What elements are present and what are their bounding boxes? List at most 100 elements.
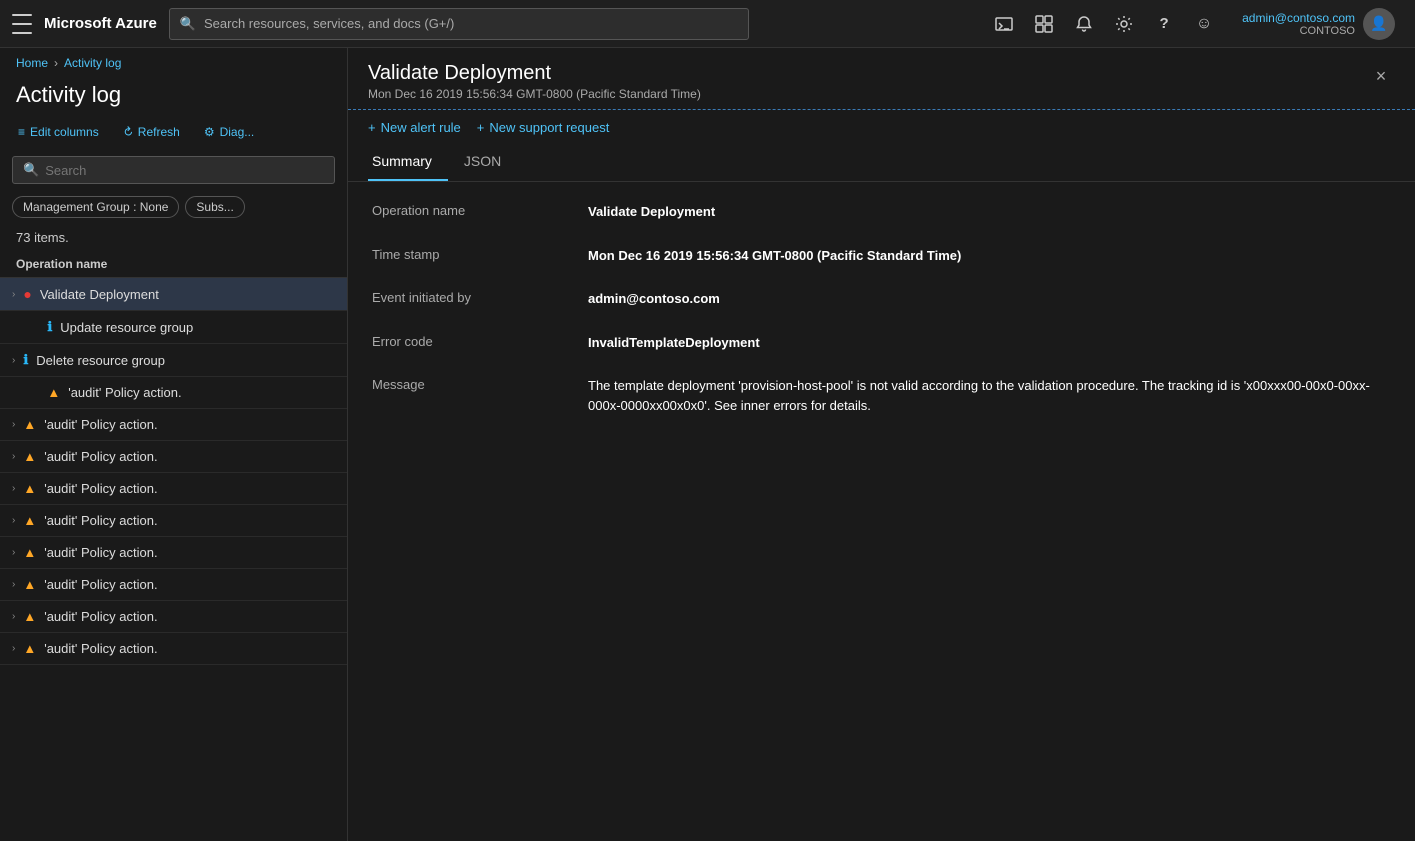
notifications-icon[interactable] xyxy=(1066,6,1102,42)
settings-icon[interactable] xyxy=(1106,6,1142,42)
global-search[interactable]: 🔍 Search resources, services, and docs (… xyxy=(169,8,749,40)
items-count: 73 items. xyxy=(0,226,347,251)
list-item[interactable]: ›▲'audit' Policy action. xyxy=(0,377,347,409)
activity-log-list: ›●Validate Deployment›ℹUpdate resource g… xyxy=(0,278,347,841)
right-panel: Validate Deployment Mon Dec 16 2019 15:5… xyxy=(348,48,1415,841)
edit-columns-icon: ≡ xyxy=(18,125,25,139)
new-support-request-plus-icon: + xyxy=(477,120,485,135)
detail-value: The template deployment 'provision-host-… xyxy=(588,376,1391,415)
panel-subtitle: Mon Dec 16 2019 15:56:34 GMT-0800 (Pacif… xyxy=(368,87,701,101)
list-item-label: 'audit' Policy action. xyxy=(44,545,335,560)
detail-row: Event initiated byadmin@contoso.com xyxy=(372,289,1391,309)
refresh-icon: ↻ xyxy=(119,123,136,140)
user-info: admin@contoso.com CONTOSO xyxy=(1242,11,1355,37)
chevron-right-icon: › xyxy=(12,547,15,558)
breadcrumb-home[interactable]: Home xyxy=(16,56,48,70)
detail-value: InvalidTemplateDeployment xyxy=(588,333,1391,353)
portal-icon[interactable] xyxy=(1026,6,1062,42)
tab-summary[interactable]: Summary xyxy=(368,145,448,181)
chevron-right-icon: › xyxy=(12,515,15,526)
user-menu[interactable]: admin@contoso.com CONTOSO 👤 xyxy=(1234,4,1403,44)
search-placeholder-text: Search resources, services, and docs (G+… xyxy=(204,16,454,31)
sidebar-search-container[interactable]: 🔍 xyxy=(12,156,335,184)
list-item-label: 'audit' Policy action. xyxy=(44,417,335,432)
search-icon: 🔍 xyxy=(180,16,196,32)
list-item[interactable]: ›ℹDelete resource group xyxy=(0,344,347,377)
list-item-label: 'audit' Policy action. xyxy=(68,385,335,400)
chevron-right-icon: › xyxy=(12,579,15,590)
main-layout: Home › Activity log Activity log ≡ Edit … xyxy=(0,48,1415,841)
warning-icon: ▲ xyxy=(47,385,60,400)
warning-icon: ▲ xyxy=(23,641,36,656)
list-item-label: Validate Deployment xyxy=(40,287,335,302)
new-support-request-button[interactable]: + New support request xyxy=(477,120,610,135)
breadcrumb-separator: › xyxy=(54,56,58,70)
warning-icon: ▲ xyxy=(23,513,36,528)
sidebar-toolbar: ≡ Edit columns ↻ Refresh ⚙ Diag... xyxy=(0,120,347,152)
breadcrumb-current: Activity log xyxy=(64,56,121,70)
cloud-shell-icon[interactable] xyxy=(986,6,1022,42)
panel-title: Validate Deployment xyxy=(368,62,701,85)
topbar-icons: ? ☺ xyxy=(986,6,1222,42)
new-alert-rule-button[interactable]: + New alert rule xyxy=(368,120,461,135)
edit-columns-label: Edit columns xyxy=(30,125,99,139)
list-item[interactable]: ›▲'audit' Policy action. xyxy=(0,569,347,601)
list-item[interactable]: › ▲ 'audit' Policy action. xyxy=(0,409,347,441)
chevron-right-icon: › xyxy=(12,419,15,430)
sidebar: Home › Activity log Activity log ≡ Edit … xyxy=(0,48,348,841)
panel-content: Operation nameValidate DeploymentTime st… xyxy=(348,182,1415,841)
list-item[interactable]: ›▲'audit' Policy action. xyxy=(0,633,347,665)
panel-title-section: Validate Deployment Mon Dec 16 2019 15:5… xyxy=(368,62,701,101)
panel-tabs: Summary JSON xyxy=(348,145,1415,182)
user-org: CONTOSO xyxy=(1242,25,1355,37)
info-icon: ℹ xyxy=(23,352,28,368)
list-item[interactable]: › ▲ 'audit' Policy action. xyxy=(0,505,347,537)
list-item[interactable]: ›▲'audit' Policy action. xyxy=(0,441,347,473)
list-item[interactable]: ›▲'audit' Policy action. xyxy=(0,473,347,505)
panel-header: Validate Deployment Mon Dec 16 2019 15:5… xyxy=(348,48,1415,110)
chevron-right-icon: › xyxy=(12,289,15,300)
subscription-filter[interactable]: Subs... xyxy=(185,196,244,218)
warning-icon: ▲ xyxy=(23,417,36,432)
diagnose-button[interactable]: ⚙ Diag... xyxy=(194,120,264,144)
warning-icon: ▲ xyxy=(23,449,36,464)
detail-value: Mon Dec 16 2019 15:56:34 GMT-0800 (Pacif… xyxy=(588,246,1391,266)
list-item[interactable]: ›▲'audit' Policy action. xyxy=(0,601,347,633)
list-item-label: 'audit' Policy action. xyxy=(44,609,335,624)
management-group-filter[interactable]: Management Group : None xyxy=(12,196,179,218)
warning-icon: ▲ xyxy=(23,481,36,496)
warning-icon: ▲ xyxy=(23,609,36,624)
refresh-button[interactable]: ↻ Refresh xyxy=(113,120,190,144)
hamburger-menu[interactable] xyxy=(12,14,32,34)
list-item-label: Delete resource group xyxy=(36,353,335,368)
list-item-label: Update resource group xyxy=(60,320,335,335)
diagnose-label: Diag... xyxy=(220,125,255,139)
diagnose-icon: ⚙ xyxy=(204,125,215,139)
list-item-label: 'audit' Policy action. xyxy=(44,449,335,464)
list-item[interactable]: › ▲ 'audit' Policy action. xyxy=(0,537,347,569)
refresh-label: Refresh xyxy=(138,125,180,139)
detail-label: Operation name xyxy=(372,202,572,222)
list-item[interactable]: ›ℹUpdate resource group xyxy=(0,311,347,344)
panel-close-button[interactable]: × xyxy=(1367,62,1395,90)
list-item-label: 'audit' Policy action. xyxy=(44,513,335,528)
warning-icon: ▲ xyxy=(23,545,36,560)
topbar: Microsoft Azure 🔍 Search resources, serv… xyxy=(0,0,1415,48)
list-item-label: 'audit' Policy action. xyxy=(44,641,335,656)
subscription-label: Subs... xyxy=(196,200,233,214)
panel-actions: + New alert rule + New support request xyxy=(348,110,1415,145)
page-title: Activity log xyxy=(0,78,347,120)
detail-label: Error code xyxy=(372,333,572,353)
feedback-icon[interactable]: ☺ xyxy=(1186,6,1222,42)
new-support-request-label: New support request xyxy=(489,120,609,135)
list-item-label: 'audit' Policy action. xyxy=(44,577,335,592)
search-input[interactable] xyxy=(45,163,324,178)
breadcrumb: Home › Activity log xyxy=(0,48,347,78)
list-item[interactable]: ›●Validate Deployment xyxy=(0,278,347,311)
detail-value: Validate Deployment xyxy=(588,202,1391,222)
edit-columns-button[interactable]: ≡ Edit columns xyxy=(8,120,109,144)
tab-json[interactable]: JSON xyxy=(460,145,517,181)
new-alert-rule-plus-icon: + xyxy=(368,120,376,135)
detail-row: Error code InvalidTemplateDeployment xyxy=(372,333,1391,353)
help-icon[interactable]: ? xyxy=(1146,6,1182,42)
